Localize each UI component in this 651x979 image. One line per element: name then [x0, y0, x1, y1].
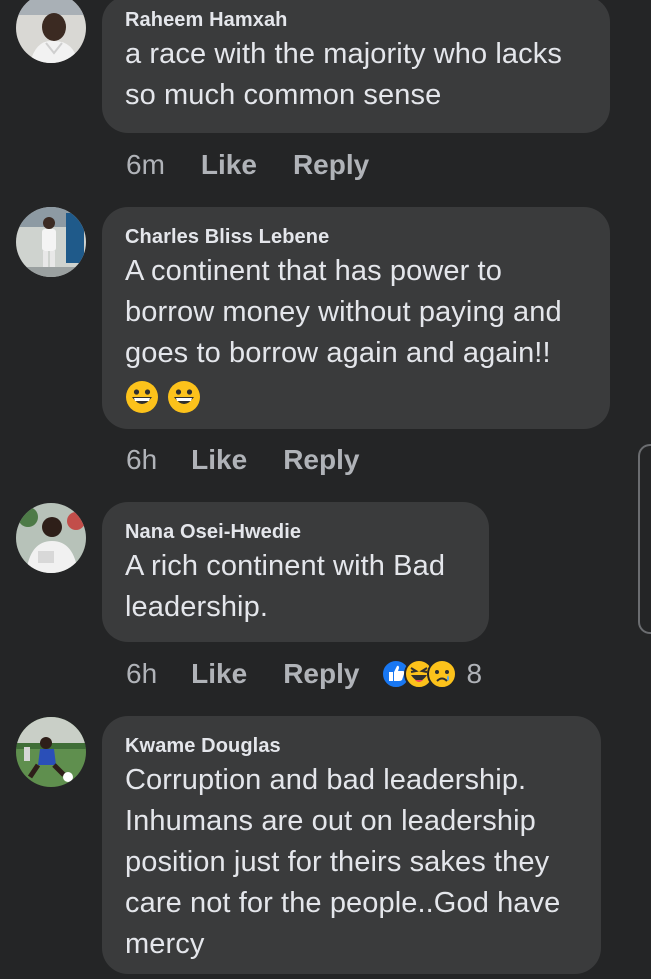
- comment-actions: 6h Like Reply 8: [126, 657, 482, 691]
- comment-text: a race with the majority who lacks so mu…: [125, 38, 562, 111]
- comment-author[interactable]: Charles Bliss Lebene: [125, 225, 588, 249]
- scrollbar[interactable]: [638, 444, 651, 634]
- comment-timestamp[interactable]: 6m: [126, 148, 165, 182]
- reply-button[interactable]: Reply: [283, 443, 359, 477]
- reply-button[interactable]: Reply: [283, 657, 359, 691]
- like-button[interactable]: Like: [201, 148, 257, 182]
- reaction-count: 8: [466, 658, 483, 689]
- grinning-face-icon: [126, 381, 158, 413]
- comment-author[interactable]: Nana Osei-Hwedie: [125, 520, 467, 544]
- grinning-face-icon: [168, 381, 201, 413]
- comment-emojis: [125, 380, 588, 416]
- comment-text: A rich continent with Bad leadership.: [125, 550, 446, 623]
- avatar[interactable]: [16, 717, 86, 787]
- comment-bubble: Kwame Douglas Corruption and bad leaders…: [102, 716, 601, 974]
- comment-text: Corruption and bad leadership. Inhumans …: [125, 764, 561, 960]
- comment-timestamp[interactable]: 6h: [126, 443, 157, 477]
- reactions-summary[interactable]: 8: [381, 657, 482, 691]
- avatar[interactable]: [16, 503, 86, 573]
- comment-bubble: Nana Osei-Hwedie A rich continent with B…: [102, 502, 489, 642]
- comment-bubble: Charles Bliss Lebene A continent that ha…: [102, 207, 610, 429]
- like-button[interactable]: Like: [191, 443, 247, 477]
- comment-text: A continent that has power to borrow mon…: [125, 255, 562, 369]
- avatar[interactable]: [16, 207, 86, 277]
- sad-reaction-icon: [427, 659, 458, 689]
- reply-button[interactable]: Reply: [293, 148, 369, 182]
- avatar[interactable]: [16, 0, 86, 63]
- comment-author[interactable]: Raheem Hamxah: [125, 8, 588, 32]
- comments-feed: Raheem Hamxah a race with the majority w…: [0, 0, 651, 979]
- like-button[interactable]: Like: [191, 657, 247, 691]
- comment-timestamp[interactable]: 6h: [126, 657, 157, 691]
- comment-actions: 6h Like Reply: [126, 443, 381, 477]
- comment-author[interactable]: Kwame Douglas: [125, 734, 579, 758]
- comment-bubble: Raheem Hamxah a race with the majority w…: [102, 0, 610, 133]
- comment-actions: 6m Like Reply: [126, 148, 391, 182]
